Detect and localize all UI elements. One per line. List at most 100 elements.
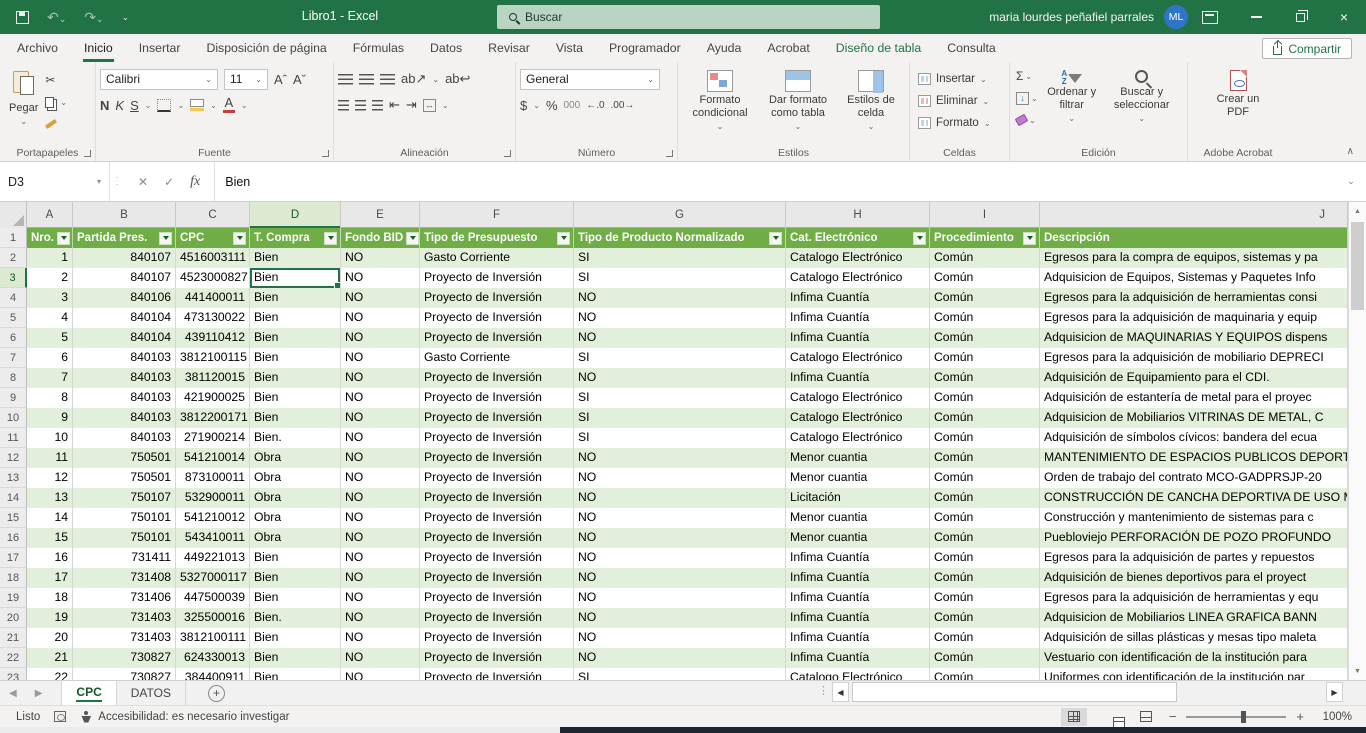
font-name-select[interactable]: Calibri⌄ (100, 69, 218, 90)
name-box-splitter[interactable]: ⋮ (110, 162, 124, 201)
filter-dropdown-icon[interactable] (233, 232, 246, 245)
cell-G5[interactable]: NO (574, 308, 786, 328)
underline-button[interactable]: S (130, 98, 139, 113)
cell-H2[interactable]: Catalogo Electrónico (786, 248, 930, 268)
sheet-nav-left-icon[interactable]: ◀ (0, 681, 26, 705)
ribbon-display-options-icon[interactable] (1202, 11, 1218, 24)
filter-dropdown-icon[interactable] (557, 232, 570, 245)
row-header-3[interactable]: 3 (0, 268, 27, 288)
cell-H7[interactable]: Catalogo Electrónico (786, 348, 930, 368)
cell-J13[interactable]: Orden de trabajo del contrato MCO-GADPRS… (1040, 468, 1348, 488)
decrease-indent-icon[interactable]: ⇤ (389, 97, 400, 113)
cell-F6[interactable]: Proyecto de Inversión (420, 328, 574, 348)
cell-E5[interactable]: NO (341, 308, 420, 328)
font-dialog-launcher-icon[interactable] (322, 150, 329, 157)
cell-H23[interactable]: Catalogo Electrónico (786, 668, 930, 680)
cell-A11[interactable]: 10 (27, 428, 73, 448)
cell-A9[interactable]: 8 (27, 388, 73, 408)
table-header-cell[interactable]: Descripción (1040, 228, 1348, 248)
cell-B4[interactable]: 840106 (73, 288, 176, 308)
cell-E6[interactable]: NO (341, 328, 420, 348)
cell-E4[interactable]: NO (341, 288, 420, 308)
cell-J2[interactable]: Egresos para la compra de equipos, siste… (1040, 248, 1348, 268)
cell-I2[interactable]: Común (930, 248, 1040, 268)
increase-decimal-button[interactable]: ←.0 (586, 100, 604, 111)
cell-D14[interactable]: Obra (250, 488, 341, 508)
cell-H3[interactable]: Catalogo Electrónico (786, 268, 930, 288)
cell-C4[interactable]: 441400011 (176, 288, 250, 308)
cell-C3[interactable]: 4523000827 (176, 268, 250, 288)
cell-A13[interactable]: 12 (27, 468, 73, 488)
cell-G9[interactable]: SI (574, 388, 786, 408)
row-header-5[interactable]: 5 (0, 308, 27, 328)
cell-F17[interactable]: Proyecto de Inversión (420, 548, 574, 568)
italic-button[interactable]: K (115, 98, 124, 113)
accessibility-status[interactable]: Accesibilidad: es necesario investigar (80, 711, 289, 723)
cell-D6[interactable]: Bien (250, 328, 341, 348)
autosum-button[interactable]: Σ⌄ (1016, 68, 1038, 84)
cell-B18[interactable]: 731408 (73, 568, 176, 588)
cell-E14[interactable]: NO (341, 488, 420, 508)
column-header-C[interactable]: C (176, 202, 250, 228)
cell-G18[interactable]: NO (574, 568, 786, 588)
undo-icon[interactable]: ↶⌄ (47, 9, 66, 26)
zoom-out-button[interactable]: − (1169, 709, 1177, 724)
cell-E7[interactable]: NO (341, 348, 420, 368)
filter-dropdown-icon[interactable] (159, 232, 172, 245)
alignment-dialog-launcher-icon[interactable] (504, 150, 511, 157)
cell-I23[interactable]: Común (930, 668, 1040, 680)
column-header-H[interactable]: H (786, 202, 930, 228)
filter-dropdown-icon[interactable] (913, 232, 926, 245)
cell-A12[interactable]: 11 (27, 448, 73, 468)
zoom-slider-thumb[interactable] (1241, 711, 1246, 723)
restore-button[interactable] (1278, 0, 1322, 34)
increase-indent-icon[interactable]: ⇥ (406, 97, 417, 113)
cell-A8[interactable]: 7 (27, 368, 73, 388)
row-header-4[interactable]: 4 (0, 288, 27, 308)
cell-D2[interactable]: Bien (250, 248, 341, 268)
tab-inicio[interactable]: Inicio (71, 34, 126, 62)
cell-A14[interactable]: 13 (27, 488, 73, 508)
cell-I8[interactable]: Común (930, 368, 1040, 388)
cell-F5[interactable]: Proyecto de Inversión (420, 308, 574, 328)
fill-button[interactable]: ↓⌄ (1016, 90, 1038, 106)
cell-A19[interactable]: 18 (27, 588, 73, 608)
cell-B21[interactable]: 731403 (73, 628, 176, 648)
sheet-nav-right-icon[interactable]: ▶ (26, 681, 52, 705)
cell-B22[interactable]: 730827 (73, 648, 176, 668)
cell-J12[interactable]: MANTENIMIENTO DE ESPACIOS PUBLICOS DEPOR… (1040, 448, 1348, 468)
cell-F21[interactable]: Proyecto de Inversión (420, 628, 574, 648)
cell-B7[interactable]: 840103 (73, 348, 176, 368)
cell-F16[interactable]: Proyecto de Inversión (420, 528, 574, 548)
cell-I13[interactable]: Común (930, 468, 1040, 488)
cell-F18[interactable]: Proyecto de Inversión (420, 568, 574, 588)
cell-G15[interactable]: NO (574, 508, 786, 528)
cell-H16[interactable]: Menor cuantia (786, 528, 930, 548)
cell-D21[interactable]: Bien (250, 628, 341, 648)
cell-A17[interactable]: 16 (27, 548, 73, 568)
format-as-table-button[interactable]: Dar formato como tabla⌄ (758, 66, 838, 144)
cell-B15[interactable]: 750101 (73, 508, 176, 528)
bold-button[interactable]: N (100, 98, 109, 113)
row-header-1[interactable]: 1 (0, 228, 27, 248)
cell-C11[interactable]: 271900214 (176, 428, 250, 448)
cell-I9[interactable]: Común (930, 388, 1040, 408)
zoom-slider[interactable] (1186, 716, 1286, 718)
cell-C21[interactable]: 3812100111 (176, 628, 250, 648)
cell-D8[interactable]: Bien (250, 368, 341, 388)
cell-H18[interactable]: Infima Cuantía (786, 568, 930, 588)
cell-C2[interactable]: 4516003111 (176, 248, 250, 268)
table-header-cell[interactable]: Cat. Electrónico (786, 228, 930, 248)
cell-H11[interactable]: Catalogo Electrónico (786, 428, 930, 448)
tab-disposición-de-página[interactable]: Disposición de página (193, 34, 339, 62)
tab-ayuda[interactable]: Ayuda (694, 34, 755, 62)
name-box[interactable]: D3▾ (0, 162, 110, 201)
cell-B6[interactable]: 840104 (73, 328, 176, 348)
macro-record-icon[interactable] (54, 711, 66, 722)
tab-acrobat[interactable]: Acrobat (754, 34, 822, 62)
cell-E13[interactable]: NO (341, 468, 420, 488)
cell-A15[interactable]: 14 (27, 508, 73, 528)
table-header-cell[interactable]: Partida Pres. (73, 228, 176, 248)
tab-consulta[interactable]: Consulta (934, 34, 1009, 62)
cell-I16[interactable]: Común (930, 528, 1040, 548)
